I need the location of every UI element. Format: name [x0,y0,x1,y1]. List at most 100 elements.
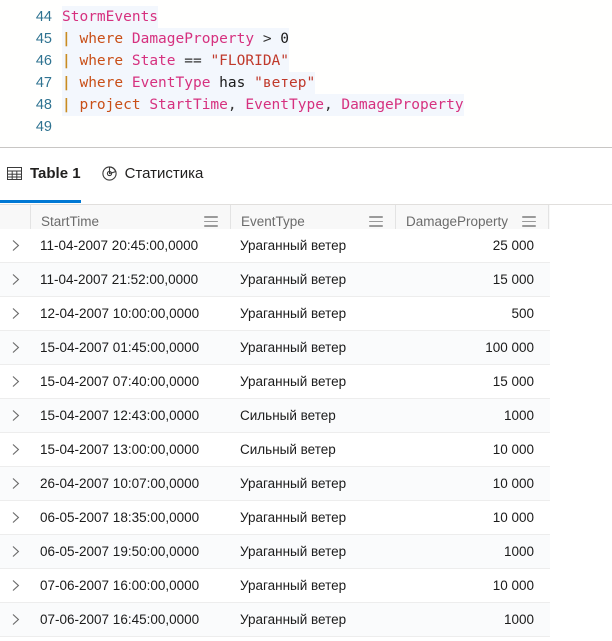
line-number: 45 [35,31,52,47]
table-row[interactable]: 15-04-2007 12:43:00,0000 Сильный ветер 100… [0,399,550,433]
table-row[interactable]: 07-06-2007 16:45:00,0000 Ураганный ветер 1… [0,603,550,637]
line-number: 48 [35,97,52,113]
table-row[interactable]: 26-04-2007 10:07:00,0000 Ураганный ветер 1… [0,467,550,501]
line-number: 47 [35,75,52,91]
cell-starttime: 12-04-2007 10:00:00,0000 [40,306,200,321]
code-text: | where DamageProperty > 0 [62,28,290,50]
code-token: DamageProperty [131,31,255,47]
code-text: | where State == "FLORIDA" [62,50,290,72]
line-number: 44 [35,9,52,25]
code-line[interactable]: 48 | project StartTime, EventType, Damage… [0,94,612,116]
cell-damageproperty: 1000 [503,612,534,627]
cell-starttime: 11-04-2007 20:45:00,0000 [40,238,199,253]
code-token: project [79,97,141,113]
line-number: 49 [35,119,52,135]
code-line[interactable]: 49 [0,116,612,138]
cell-starttime: 15-04-2007 01:45:00,0000 [40,340,200,355]
column-menu-icon[interactable] [522,215,538,229]
cell-starttime: 07-06-2007 16:45:00,0000 [40,612,200,627]
table-row[interactable]: 11-04-2007 21:52:00,0000 Ураганный ветер 1… [0,263,550,297]
row-expand-chevron-icon[interactable] [0,341,30,354]
code-token: DamageProperty [341,97,464,113]
cell-eventtype: Ураганный ветер [240,238,347,253]
code-token: where [79,75,124,91]
code-token: EventType [131,75,211,91]
code-line[interactable]: 45 | where DamageProperty > 0 [0,28,612,50]
code-token: > [262,31,272,47]
row-expand-chevron-icon[interactable] [0,579,30,592]
code-token: where [79,31,124,47]
tab-label: Статистика [124,164,204,182]
table-row[interactable]: 15-04-2007 07:40:00,0000 Ураганный ветер 1… [0,365,550,399]
code-line[interactable]: 46 | where State == "FLORIDA" [0,50,612,72]
cell-starttime: 06-05-2007 19:50:00,0000 [40,544,200,559]
cell-eventtype: Ураганный ветер [240,340,347,355]
stats-icon [101,165,118,182]
cell-starttime: 07-06-2007 16:00:00,0000 [40,578,200,593]
code-token: EventType [245,97,324,113]
code-token: 0 [280,31,290,47]
table-row[interactable]: 11-04-2007 20:45:00,0000 Ураганный ветер 2… [0,229,550,263]
row-expand-chevron-icon[interactable] [0,375,30,388]
table-row[interactable]: 06-05-2007 18:35:00,0000 Ураганный ветер 1… [0,501,550,535]
tab-label: Table 1 [30,164,81,182]
cell-eventtype: Сильный ветер [240,408,336,423]
cell-starttime: 15-04-2007 12:43:00,0000 [40,408,200,423]
row-expand-chevron-icon[interactable] [0,613,30,626]
table-row[interactable]: 15-04-2007 13:00:00,0000 Сильный ветер 10 … [0,433,550,467]
row-expand-chevron-icon[interactable] [0,511,30,524]
cell-eventtype: Ураганный ветер [240,306,347,321]
code-token: | [62,31,80,47]
cell-eventtype: Ураганный ветер [240,612,347,627]
code-token: "ветер" [254,75,316,91]
cell-eventtype: Ураганный ветер [240,272,347,287]
code-token: "FLORIDA" [210,53,290,69]
column-menu-icon[interactable] [369,215,385,229]
column-header-label: DamageProperty [406,214,509,229]
code-token: == [184,53,202,69]
row-expand-chevron-icon[interactable] [0,477,30,490]
code-line[interactable]: 44 StormEvents [0,6,612,28]
code-token: StormEvents [62,9,159,25]
code-token: , [227,97,237,113]
table-row[interactable]: 06-05-2007 19:50:00,0000 Ураганный ветер 1… [0,535,550,569]
cell-damageproperty: 10 000 [492,510,534,525]
table-row[interactable]: 07-06-2007 16:00:00,0000 Ураганный ветер 1… [0,569,550,603]
row-expand-chevron-icon[interactable] [0,239,30,252]
cell-eventtype: Ураганный ветер [240,510,347,525]
line-number: 46 [35,53,52,69]
table-row[interactable]: 07-06-2007 16:50:00,0000Ураганный ветер1… [0,637,550,641]
cell-damageproperty: 25 000 [492,238,534,253]
table-row[interactable]: 15-04-2007 01:45:00,0000 Ураганный ветер 1… [0,331,550,365]
grid-body[interactable]: 11-04-2007 20:45:00,0000 Ураганный ветер 2… [0,229,550,641]
cell-damageproperty: 100 000 [485,340,534,355]
query-editor[interactable]: 4344StormEvents45| where DamageProperty … [0,0,612,148]
code-token: | [62,75,80,91]
cell-damageproperty: 1000 [503,544,534,559]
cell-starttime: 06-05-2007 18:35:00,0000 [40,510,200,525]
row-expand-chevron-icon[interactable] [0,545,30,558]
tab-table-1[interactable]: Table 1 [0,159,95,203]
cell-eventtype: Ураганный ветер [240,374,347,389]
code-line[interactable]: 47 | where EventType has "ветер" [0,72,612,94]
row-expand-chevron-icon[interactable] [0,443,30,456]
code-token: where [79,53,124,69]
cell-starttime: 15-04-2007 07:40:00,0000 [40,374,200,389]
cell-damageproperty: 10 000 [492,578,534,593]
code-token: , [323,97,333,113]
table-row[interactable]: 12-04-2007 10:00:00,0000 Ураганный ветер 5… [0,297,550,331]
results-tabbar: Table 1 Статистика [0,148,612,205]
tab-statistics[interactable]: Статистика [95,159,218,187]
column-menu-icon[interactable] [204,215,220,229]
row-expand-chevron-icon[interactable] [0,409,30,422]
cell-damageproperty: 10 000 [492,476,534,491]
row-expand-chevron-icon[interactable] [0,273,30,286]
row-expand-chevron-icon[interactable] [0,307,30,320]
cell-eventtype: Сильный ветер [240,442,336,457]
